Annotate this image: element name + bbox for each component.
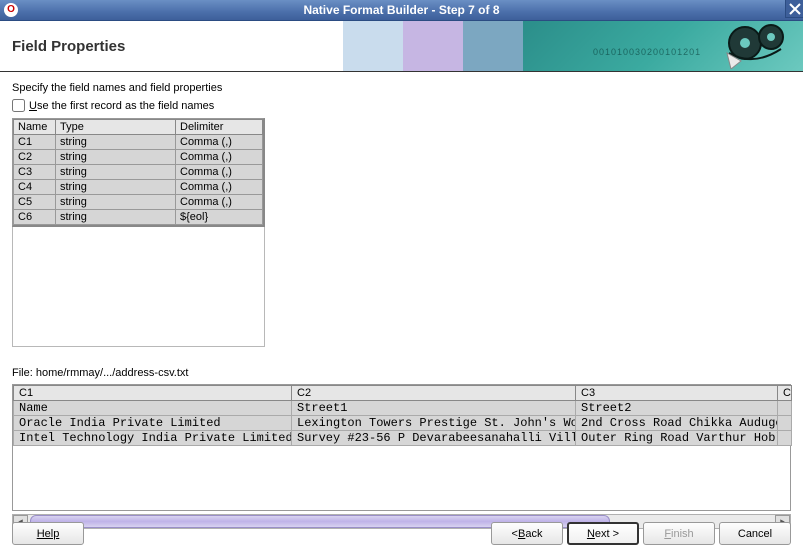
close-icon <box>789 3 801 15</box>
close-button[interactable] <box>785 0 803 18</box>
app-icon: O <box>4 3 18 17</box>
name-input[interactable] <box>18 211 51 223</box>
preview-cell[interactable]: Oracle India Private Limited <box>14 416 292 431</box>
preview-empty-area <box>13 446 790 510</box>
back-button[interactable]: < Back <box>491 522 563 545</box>
fields-row[interactable]: stringComma (,) <box>14 180 263 195</box>
name-cell[interactable] <box>14 150 56 165</box>
col-type-header[interactable]: Type <box>56 120 176 135</box>
preview-cell[interactable] <box>778 401 792 416</box>
preview-row[interactable]: Intel Technology India Private Limited S… <box>14 431 792 446</box>
preview-cell[interactable]: Street1 <box>292 401 576 416</box>
name-input[interactable] <box>18 196 51 208</box>
name-input[interactable] <box>18 136 51 148</box>
help-button[interactable]: Help <box>12 522 84 545</box>
name-cell[interactable] <box>14 210 56 225</box>
type-cell[interactable]: string <box>56 165 176 180</box>
preview-cell[interactable] <box>778 431 792 446</box>
preview-row[interactable]: NameStreet1Street2 <box>14 401 792 416</box>
fields-row[interactable]: stringComma (,) <box>14 165 263 180</box>
type-cell[interactable]: string <box>56 210 176 225</box>
preview-col-header[interactable]: C <box>778 386 792 401</box>
preview-row[interactable]: Oracle India Private Limited Lexington T… <box>14 416 792 431</box>
name-input[interactable] <box>18 181 51 193</box>
delimiter-cell[interactable]: Comma (,) <box>176 195 263 210</box>
type-cell[interactable]: string <box>56 195 176 210</box>
preview-cell[interactable]: Intel Technology India Private Limited <box>14 431 292 446</box>
preview-cell[interactable]: 2nd Cross Road Chikka Audugodi <box>576 416 778 431</box>
instruction-text: Specify the field names and field proper… <box>12 82 791 94</box>
fields-row[interactable]: stringComma (,) <box>14 135 263 150</box>
preview-col-header[interactable]: C2 <box>292 386 576 401</box>
col-name-header[interactable]: Name <box>14 120 56 135</box>
name-input[interactable] <box>18 151 51 163</box>
delimiter-cell[interactable]: Comma (,) <box>176 135 263 150</box>
preview-cell[interactable]: Street2 <box>576 401 778 416</box>
header-band: Field Properties 001010030200101201 <box>0 21 803 71</box>
page-title: Field Properties <box>0 38 125 55</box>
name-cell[interactable] <box>14 180 56 195</box>
preview-cell[interactable]: Outer Ring Road Varthur Hobli <box>576 431 778 446</box>
use-first-record-label[interactable]: Use the first record as the field names <box>29 100 214 112</box>
name-input[interactable] <box>18 166 51 178</box>
use-first-record-checkbox[interactable] <box>12 99 25 112</box>
delimiter-cell[interactable]: ${eol} <box>176 210 263 225</box>
type-cell[interactable]: string <box>56 135 176 150</box>
cancel-button[interactable]: Cancel <box>719 522 791 545</box>
preview-cell[interactable]: Survey #23-56 P Devarabeesanahalli Villa… <box>292 431 576 446</box>
fields-row[interactable]: stringComma (,) <box>14 195 263 210</box>
preview-col-header[interactable]: C1 <box>14 386 292 401</box>
preview-cell[interactable]: Name <box>14 401 292 416</box>
fields-row[interactable]: stringComma (,) <box>14 150 263 165</box>
delimiter-cell[interactable]: Comma (,) <box>176 150 263 165</box>
name-cell[interactable] <box>14 195 56 210</box>
type-cell[interactable]: string <box>56 150 176 165</box>
fields-table-empty-area <box>12 227 265 347</box>
name-cell[interactable] <box>14 165 56 180</box>
preview-cell[interactable] <box>778 416 792 431</box>
fields-row[interactable]: string${eol} <box>14 210 263 225</box>
wizard-footer: Help < Back Next > Finish Cancel <box>0 522 803 545</box>
delimiter-cell[interactable]: Comma (,) <box>176 165 263 180</box>
type-cell[interactable]: string <box>56 180 176 195</box>
preview-cell[interactable]: Lexington Towers Prestige St. John's Woo… <box>292 416 576 431</box>
window-title: Native Format Builder - Step 7 of 8 <box>303 3 499 17</box>
header-decoration: 001010030200101201 <box>343 21 803 71</box>
preview-table[interactable]: C1C2C3C NameStreet1Street2Oracle India P… <box>12 384 791 511</box>
delimiter-cell[interactable]: Comma (,) <box>176 180 263 195</box>
film-reel-icon <box>723 23 793 69</box>
preview-col-header[interactable]: C3 <box>576 386 778 401</box>
next-button[interactable]: Next > <box>567 522 639 545</box>
finish-button: Finish <box>643 522 715 545</box>
titlebar: O Native Format Builder - Step 7 of 8 <box>0 0 803 21</box>
col-delimiter-header[interactable]: Delimiter <box>176 120 263 135</box>
name-cell[interactable] <box>14 135 56 150</box>
file-path-label: File: home/rmmay/.../address-csv.txt <box>12 367 791 379</box>
fields-table[interactable]: Name Type Delimiter stringComma (,)strin… <box>12 118 265 227</box>
